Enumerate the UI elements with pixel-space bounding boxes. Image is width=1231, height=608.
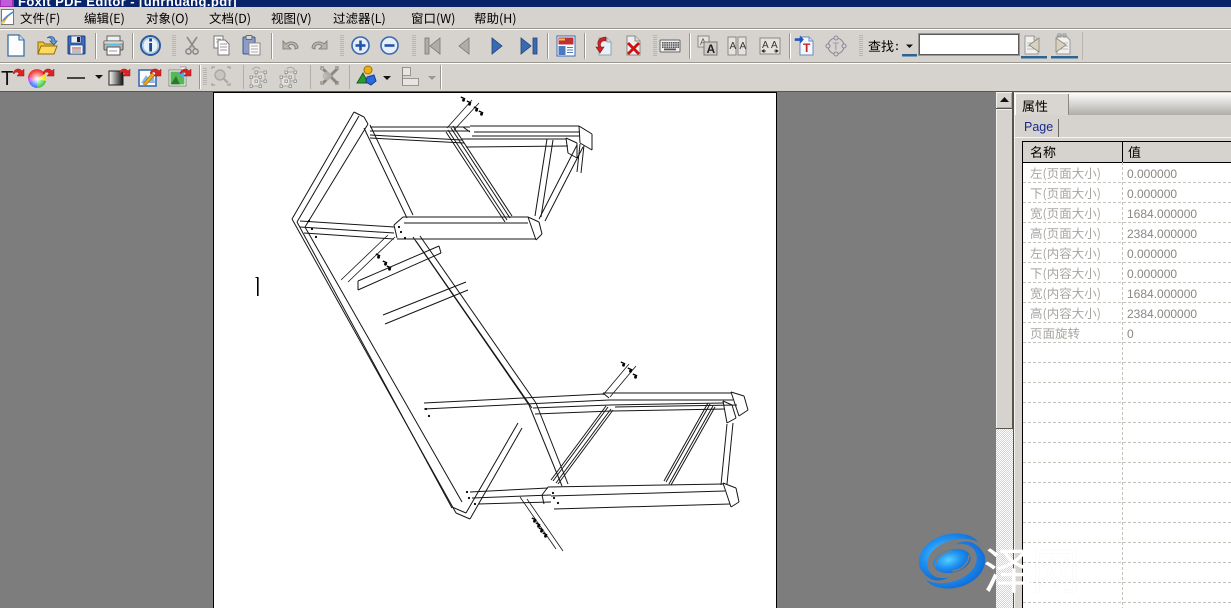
svg-text:1684.000000: 1684.000000 xyxy=(1127,287,1197,301)
svg-text:A: A xyxy=(730,41,737,52)
svg-text::: : xyxy=(895,39,899,53)
svg-text:A: A xyxy=(740,41,747,52)
svg-text:T: T xyxy=(833,41,840,53)
svg-text:0.000000: 0.000000 xyxy=(1127,187,1177,201)
svg-text:1684.000000: 1684.000000 xyxy=(1127,207,1197,221)
svg-text:0: 0 xyxy=(1127,327,1134,341)
svg-text:A: A xyxy=(771,40,778,51)
svg-text:A: A xyxy=(707,42,716,56)
svg-text:2384.000000: 2384.000000 xyxy=(1127,227,1197,241)
svg-text:A: A xyxy=(762,40,769,51)
svg-text:2384.000000: 2384.000000 xyxy=(1127,307,1197,321)
svg-text:T: T xyxy=(803,41,811,55)
svg-text:0.000000: 0.000000 xyxy=(1127,247,1177,261)
svg-text:0.000000: 0.000000 xyxy=(1127,167,1177,181)
svg-text:T: T xyxy=(1,68,13,90)
svg-text:0.000000: 0.000000 xyxy=(1127,267,1177,281)
svg-text:Page: Page xyxy=(1024,120,1053,134)
